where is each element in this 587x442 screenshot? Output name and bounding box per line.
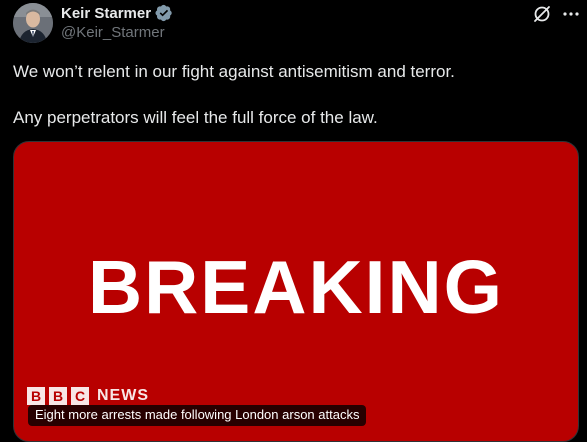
breaking-headline: BREAKING: [87, 245, 504, 329]
bbc-logo-block: B: [49, 387, 67, 405]
author-handle[interactable]: @Keir_Starmer: [61, 24, 165, 41]
bbc-logo-block: C: [71, 387, 89, 405]
author-name-row: Keir Starmer: [61, 3, 173, 23]
tweet-text-line-1: We won’t relent in our fight against ant…: [13, 62, 455, 81]
bbc-news-wordmark: NEWS: [97, 387, 149, 404]
more-options-icon[interactable]: [561, 4, 581, 24]
tweet-media-image[interactable]: BREAKING B B C NEWS Eight more arrests m…: [13, 141, 579, 442]
verified-badge-icon: [155, 4, 172, 22]
tweet-text: We won’t relent in our fight against ant…: [13, 60, 578, 129]
bbc-news-logo: B B C NEWS: [27, 387, 149, 405]
media-caption: Eight more arrests made following London…: [28, 405, 367, 426]
author-display-name[interactable]: Keir Starmer: [61, 5, 151, 22]
profile-avatar[interactable]: [13, 3, 53, 43]
bbc-logo-block: B: [27, 387, 45, 405]
grok-icon[interactable]: [532, 4, 552, 24]
tweet-text-line-2: Any perpetrators will feel the full forc…: [13, 108, 378, 127]
tweet-header: Keir Starmer @Keir_Starmer: [13, 3, 581, 47]
